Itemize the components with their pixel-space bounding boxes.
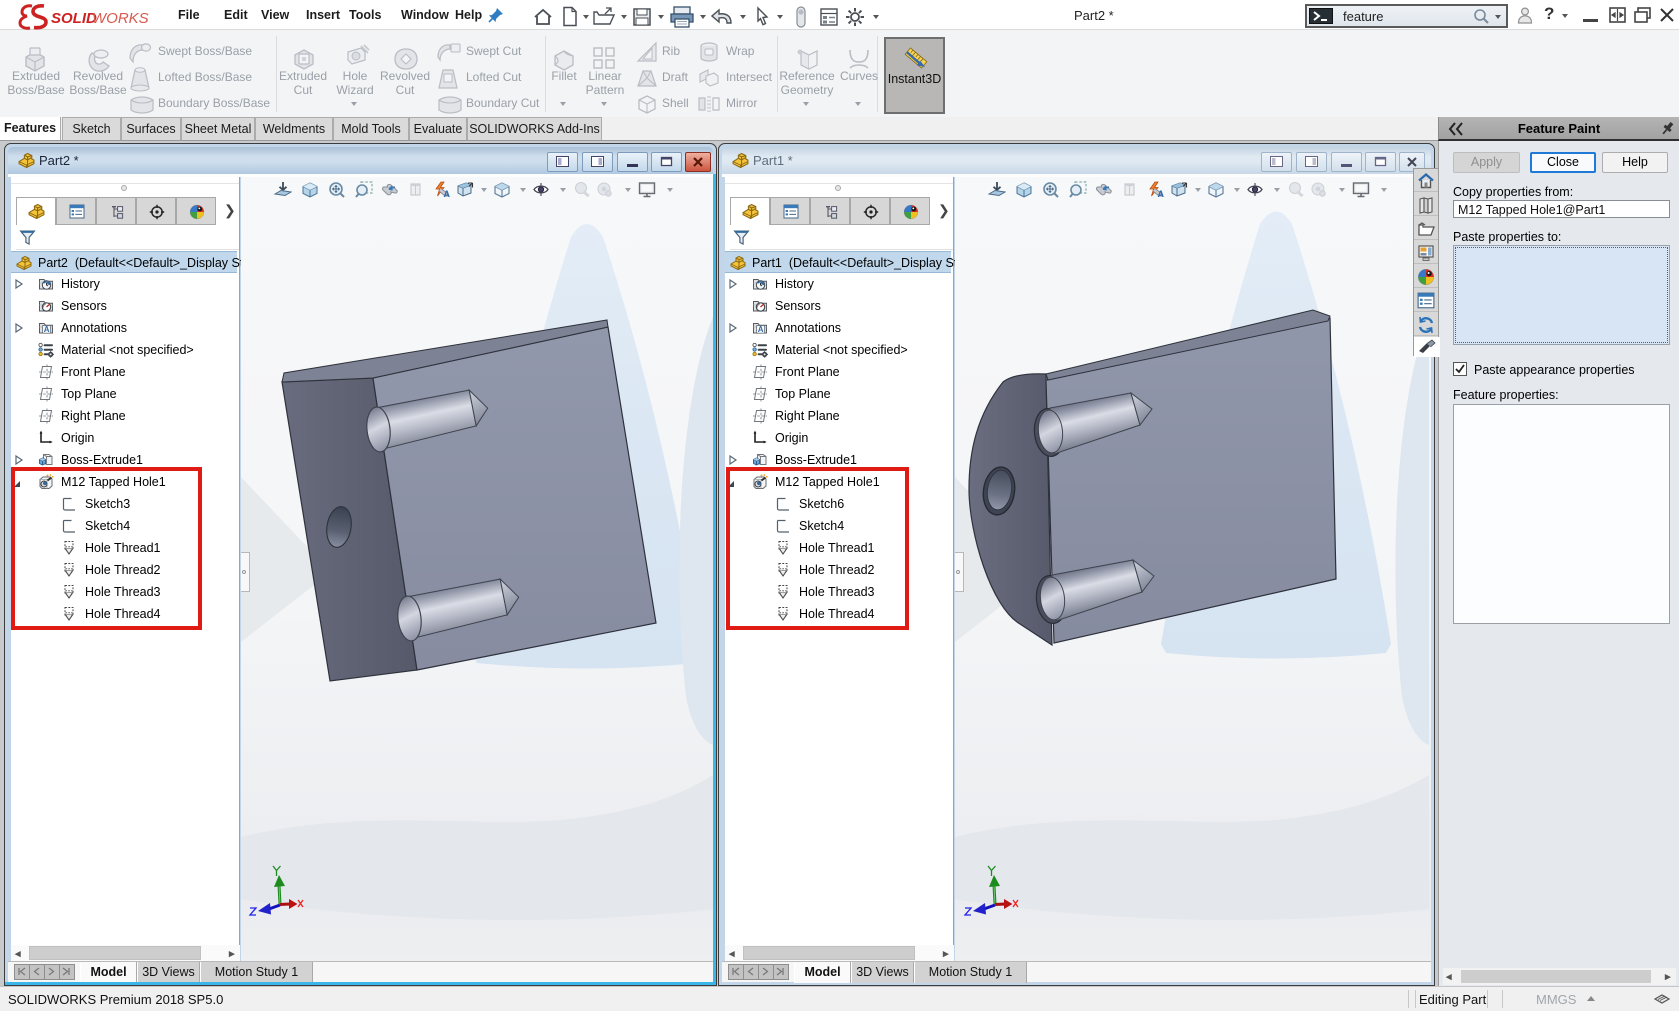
- svg-text:WORKS: WORKS: [92, 10, 149, 27]
- svg-text:SOLID: SOLID: [51, 10, 97, 27]
